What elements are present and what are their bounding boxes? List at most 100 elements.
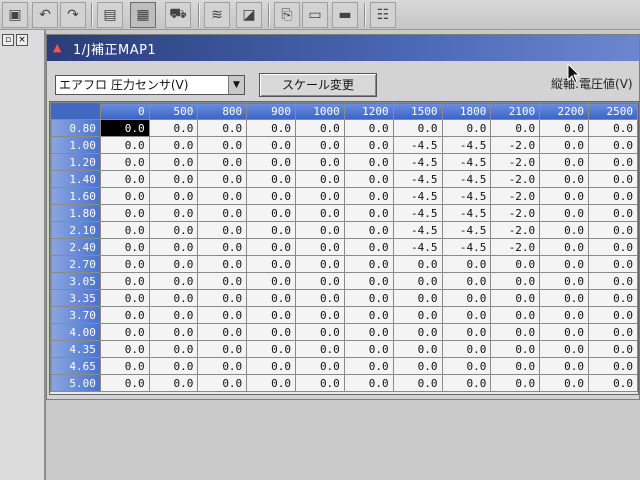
map-cell[interactable]: 0.0 [539, 170, 590, 188]
map-cell[interactable]: 0.0 [392, 306, 443, 324]
map-cell[interactable]: 0.0 [392, 323, 443, 341]
map-cell[interactable]: -4.5 [441, 187, 492, 205]
map-cell[interactable]: 0.0 [294, 357, 345, 375]
map-cell[interactable]: 0.0 [148, 255, 199, 273]
map-cell[interactable]: 0.0 [197, 170, 248, 188]
map-cell[interactable]: 0.0 [539, 136, 590, 154]
map-cell[interactable]: 0.0 [343, 289, 394, 307]
map-cell[interactable]: 0.0 [197, 357, 248, 375]
map-cell[interactable]: 0.0 [294, 323, 345, 341]
map-cell[interactable]: 0.0 [148, 221, 199, 239]
map-cell[interactable]: 0.0 [343, 170, 394, 188]
map-cell[interactable]: 0.0 [148, 170, 199, 188]
map-cell[interactable]: 0.0 [246, 289, 296, 307]
map-cell[interactable]: 0.0 [539, 340, 590, 358]
map-cell[interactable]: -2.0 [490, 187, 541, 205]
map-cell[interactable]: 0.0 [246, 272, 296, 290]
map-cell[interactable]: 0.0 [294, 289, 345, 307]
map-cell[interactable]: 0.0 [441, 306, 492, 324]
map-cell[interactable]: 0.0 [294, 340, 345, 358]
map-cell[interactable]: 0.0 [343, 272, 394, 290]
map-cell[interactable]: 0.0 [246, 255, 296, 273]
map-cell[interactable]: -2.0 [490, 238, 541, 256]
map-cell[interactable]: 0.0 [392, 357, 443, 375]
map-cell[interactable]: 0.0 [99, 289, 150, 307]
import-icon[interactable]: ▭ [302, 2, 328, 28]
map-cell[interactable]: 0.0 [99, 153, 150, 171]
map-cell[interactable]: 0.0 [490, 323, 541, 341]
map-view-icon[interactable]: ▦ [130, 2, 156, 28]
map-cell[interactable]: 0.0 [588, 306, 638, 324]
map-cell[interactable]: 0.0 [490, 340, 541, 358]
map-cell[interactable]: 0.0 [99, 272, 150, 290]
map-cell[interactable]: 0.0 [197, 272, 248, 290]
map-cell[interactable]: 0.0 [539, 323, 590, 341]
column-header[interactable]: 1200 [343, 102, 394, 120]
map-cell[interactable]: -4.5 [392, 170, 443, 188]
map-cell[interactable]: 0.0 [441, 289, 492, 307]
map-cell[interactable]: 0.0 [441, 340, 492, 358]
map-cell[interactable]: -4.5 [441, 153, 492, 171]
map-cell[interactable]: 0.0 [197, 255, 248, 273]
map-cell[interactable]: 0.0 [294, 221, 345, 239]
map-cell[interactable]: 0.0 [392, 272, 443, 290]
map-cell[interactable]: 0.0 [343, 306, 394, 324]
map-cell[interactable]: 0.0 [197, 204, 248, 222]
map-cell[interactable]: 0.0 [246, 238, 296, 256]
redo-icon[interactable]: ↷ [60, 2, 86, 28]
map-cell[interactable]: 0.0 [148, 289, 199, 307]
map-cell[interactable]: 0.0 [148, 119, 199, 137]
map-cell[interactable]: 0.0 [197, 306, 248, 324]
map-cell[interactable]: 0.0 [343, 204, 394, 222]
map-cell[interactable]: 0.0 [197, 119, 248, 137]
map-cell[interactable]: -4.5 [392, 187, 443, 205]
map-cell[interactable]: 0.0 [490, 289, 541, 307]
row-header[interactable]: 4.35 [50, 340, 101, 358]
map-cell[interactable]: -4.5 [392, 238, 443, 256]
map-cell[interactable]: 0.0 [441, 374, 492, 392]
map-cell[interactable]: 0.0 [246, 374, 296, 392]
column-header[interactable]: 2500 [588, 102, 638, 120]
map-cell[interactable]: -2.0 [490, 136, 541, 154]
map-cell[interactable]: 0.0 [294, 255, 345, 273]
car-icon[interactable]: ⛟ [165, 2, 191, 28]
map-cell[interactable]: 0.0 [539, 255, 590, 273]
row-header[interactable]: 4.00 [50, 323, 101, 341]
map-cell[interactable]: 0.0 [148, 204, 199, 222]
graph-icon[interactable]: ≋ [204, 2, 230, 28]
map-cell[interactable]: 0.0 [490, 306, 541, 324]
table-icon[interactable]: ▤ [97, 2, 123, 28]
map-cell[interactable]: 0.0 [197, 187, 248, 205]
map-cell[interactable]: 0.0 [99, 204, 150, 222]
map-cell[interactable]: 0.0 [246, 170, 296, 188]
map-cell[interactable]: 0.0 [343, 255, 394, 273]
row-header[interactable]: 1.80 [50, 204, 101, 222]
map-cell[interactable]: 0.0 [294, 238, 345, 256]
map-cell[interactable]: 0.0 [441, 119, 492, 137]
row-header[interactable]: 1.40 [50, 170, 101, 188]
column-header[interactable]: 2100 [490, 102, 541, 120]
map-cell[interactable]: 0.0 [392, 289, 443, 307]
map-cell[interactable]: 0.0 [539, 357, 590, 375]
map-cell[interactable]: 0.0 [148, 306, 199, 324]
map-cell[interactable]: 0.0 [588, 170, 638, 188]
map-cell[interactable]: 0.0 [588, 221, 638, 239]
map-cell[interactable]: -4.5 [441, 221, 492, 239]
map-cell[interactable]: 0.0 [490, 272, 541, 290]
map-cell[interactable]: 0.0 [294, 170, 345, 188]
map-cell[interactable]: 0.0 [539, 153, 590, 171]
map-cell[interactable]: 0.0 [490, 119, 541, 137]
map-cell[interactable]: 0.0 [539, 119, 590, 137]
map-cell[interactable]: 0.0 [294, 153, 345, 171]
map-cell[interactable]: 0.0 [99, 136, 150, 154]
map-cell[interactable]: -2.0 [490, 153, 541, 171]
map-cell[interactable]: 0.0 [99, 323, 150, 341]
row-header[interactable]: 2.70 [50, 255, 101, 273]
map-cell[interactable]: 0.0 [99, 357, 150, 375]
map-cell[interactable]: 0.0 [148, 323, 199, 341]
map-cell[interactable]: 0.0 [197, 340, 248, 358]
map-cell[interactable]: 0.0 [148, 357, 199, 375]
map-cell[interactable]: 0.0 [343, 238, 394, 256]
map-cell[interactable]: 0.0 [148, 136, 199, 154]
map-cell[interactable]: -4.5 [392, 153, 443, 171]
